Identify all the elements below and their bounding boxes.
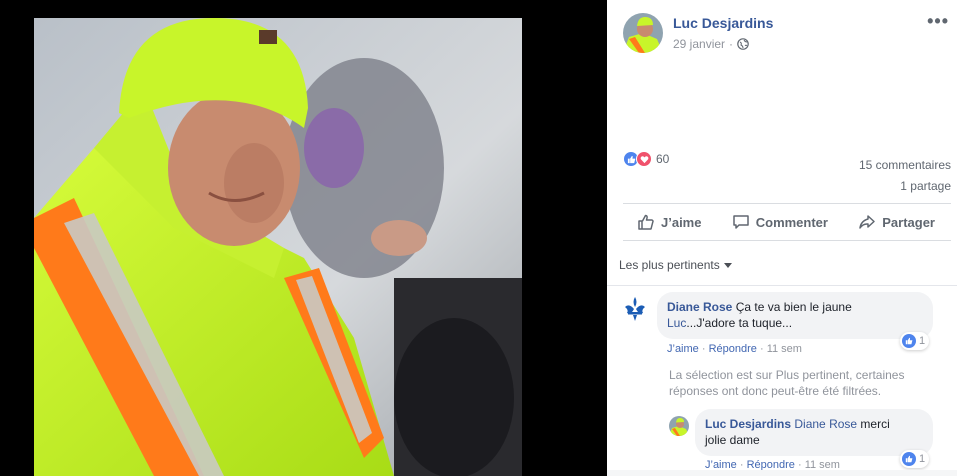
chevron-down-icon xyxy=(723,263,732,268)
reply-text-line2: jolie dame xyxy=(705,433,760,447)
reply-like-count: 1 xyxy=(919,453,926,465)
filter-note: La sélection est sur Plus pertinent, cer… xyxy=(669,368,905,398)
like-button-label: J’aime xyxy=(661,214,702,230)
commenter-avatar[interactable] xyxy=(619,293,651,325)
post-date[interactable]: 29 janvier xyxy=(673,37,725,51)
comment-age[interactable]: 11 sem xyxy=(767,343,802,355)
author-name[interactable]: Luc Desjardins xyxy=(673,15,773,31)
comment-button-label: Commenter xyxy=(755,214,828,230)
reply-like-badge[interactable]: 1 xyxy=(900,450,930,468)
reply-text-line1: merci xyxy=(860,417,890,431)
share-button[interactable]: Partager xyxy=(858,213,935,231)
comment-text-line1: Ça te va bien le jaune xyxy=(735,300,852,314)
ellipsis-icon[interactable]: ••• xyxy=(927,12,949,30)
like-reaction-icon xyxy=(902,452,916,466)
action-bar: J’aime Commenter Partager xyxy=(623,203,951,241)
comment-sort-dropdown[interactable]: Les plus pertinents xyxy=(619,258,732,272)
comment-icon xyxy=(732,215,749,229)
reaction-summary[interactable]: 60 xyxy=(623,151,669,167)
author-avatar[interactable] xyxy=(623,13,663,53)
comment-author[interactable]: Diane Rose xyxy=(667,300,732,314)
comment-like-count: 1 xyxy=(919,335,926,347)
avatar-image xyxy=(669,416,689,436)
comment-like-badge[interactable]: 1 xyxy=(900,332,930,350)
panel-bottom-edge xyxy=(607,470,957,476)
divider xyxy=(607,285,957,286)
post-details-panel: Luc Desjardins 29 janvier · ••• 60 15 co… xyxy=(607,0,957,476)
post-photo[interactable] xyxy=(34,18,522,476)
like-button[interactable]: J’aime xyxy=(637,213,701,231)
comment-bubble: Diane Rose Ça te va bien le jaune Luc...… xyxy=(657,292,933,339)
share-icon xyxy=(859,215,875,229)
comment-mention[interactable]: Luc xyxy=(667,316,686,330)
thumbs-up-icon xyxy=(638,214,654,230)
photo-area xyxy=(0,0,607,476)
post-header: Luc Desjardins 29 janvier · ••• xyxy=(623,12,957,55)
globe-icon xyxy=(737,38,749,50)
love-reaction-icon xyxy=(636,151,652,167)
comment-like-link[interactable]: J’aime xyxy=(667,343,699,355)
share-count[interactable]: 1 partage xyxy=(859,176,951,197)
reply-mention[interactable]: Diane Rose xyxy=(794,417,857,431)
reply-author[interactable]: Luc Desjardins xyxy=(705,417,791,431)
reply-avatar[interactable] xyxy=(669,416,689,436)
like-reaction-icon xyxy=(902,334,916,348)
comment-reply-link[interactable]: Répondre xyxy=(709,343,757,355)
reaction-count: 60 xyxy=(656,152,670,166)
post-meta: 29 janvier · xyxy=(673,37,749,51)
comment-button[interactable]: Commenter xyxy=(732,213,828,231)
engagement-stats: 15 commentaires 1 partage xyxy=(859,155,951,197)
comment-count[interactable]: 15 commentaires xyxy=(859,155,951,176)
share-button-label: Partager xyxy=(882,214,935,230)
facebook-photo-viewer: Luc Desjardins 29 janvier · ••• 60 15 co… xyxy=(0,0,957,476)
sort-label: Les plus pertinents xyxy=(619,258,720,272)
reply-bubble: Luc Desjardins Diane Rose merci jolie da… xyxy=(695,409,933,456)
meta-separator: · xyxy=(729,37,734,51)
comment-text-line2: ...J'adore ta tuque... xyxy=(686,316,793,330)
avatar-image xyxy=(623,13,663,53)
photo-illustration xyxy=(34,18,522,476)
fleur-de-lis-logo xyxy=(619,293,651,325)
comment-actions: J’aime · Répondre · 11 sem xyxy=(667,343,802,355)
